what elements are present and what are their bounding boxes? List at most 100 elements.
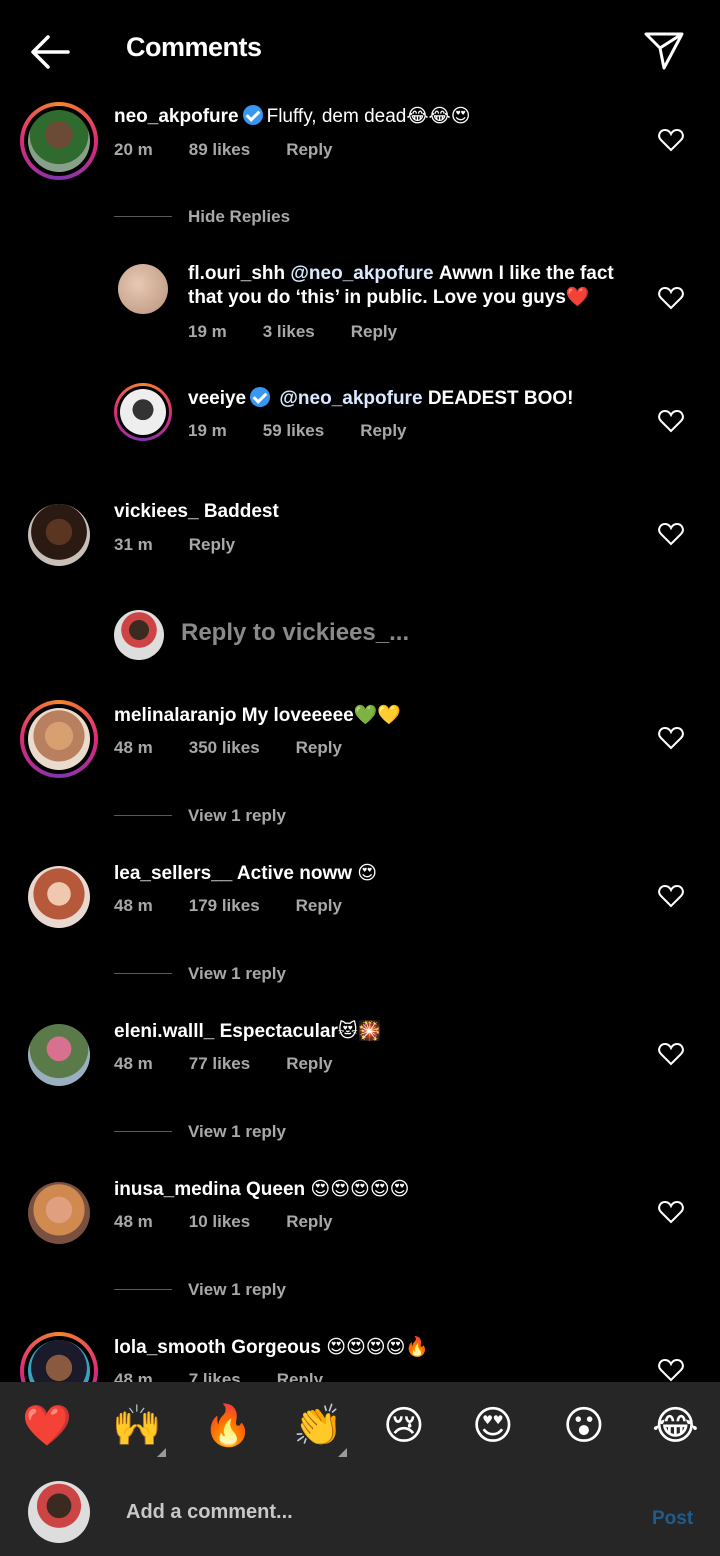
my-avatar <box>114 610 164 660</box>
send-icon[interactable] <box>642 28 686 72</box>
reply-button[interactable]: Reply <box>189 535 235 554</box>
like-heart-icon[interactable] <box>658 1042 684 1066</box>
comment-time: 48 m <box>114 1212 153 1231</box>
reply-text: Awwn I like the fact <box>438 263 614 284</box>
story-ring[interactable] <box>20 102 98 180</box>
avatar[interactable] <box>118 264 168 314</box>
comment-likes[interactable]: 10 likes <box>189 1212 250 1231</box>
back-arrow-icon[interactable] <box>28 32 72 72</box>
quick-emoji-bar <box>0 1382 720 1472</box>
reply-input[interactable]: Reply to vickiees_... <box>181 619 409 647</box>
skin-tone-indicator-icon <box>338 1448 347 1457</box>
post-button[interactable]: Post <box>652 1508 693 1530</box>
divider-line <box>114 1289 172 1290</box>
comment-text: My loveeeee💚💛 <box>241 705 402 726</box>
reply-button[interactable]: Reply <box>296 738 342 757</box>
comment-time: 31 m <box>114 535 153 554</box>
emoji-fire-button[interactable]: 🔥 <box>203 1402 253 1450</box>
avatar[interactable] <box>28 1024 90 1086</box>
reply-time: 19 m <box>188 322 227 341</box>
comment-likes[interactable]: 350 likes <box>189 738 260 757</box>
comment-text: Gorgeous 😍😍😍😍🔥 <box>231 1337 430 1358</box>
reply-likes[interactable]: 3 likes <box>263 322 315 341</box>
comment-username[interactable]: neo_akpofure <box>114 106 239 127</box>
story-ring[interactable] <box>114 383 172 441</box>
reply-button[interactable]: Reply <box>286 140 332 159</box>
reply-button[interactable]: Reply <box>286 1212 332 1231</box>
view-replies-button[interactable]: View 1 reply <box>188 806 286 826</box>
comment-username[interactable]: lea_sellers__ <box>114 863 232 884</box>
avatar <box>28 110 90 172</box>
verified-badge-icon <box>242 105 263 125</box>
avatar <box>28 708 90 770</box>
reply-button[interactable]: Reply <box>296 896 342 915</box>
like-heart-icon[interactable] <box>658 409 684 433</box>
like-heart-icon[interactable] <box>658 884 684 908</box>
like-heart-icon[interactable] <box>658 286 684 310</box>
comment-text: Baddest <box>203 501 279 522</box>
comment-username[interactable]: melinalaranjo <box>114 705 237 726</box>
avatar <box>120 389 166 435</box>
my-avatar <box>28 1481 90 1543</box>
divider-line <box>114 216 172 217</box>
add-comment-input[interactable]: Add a comment... <box>126 1501 293 1524</box>
comment-username[interactable]: lola_smooth <box>114 1337 226 1358</box>
emoji-clap-button[interactable]: 👏 <box>293 1402 343 1450</box>
emoji-crying-button[interactable]: 😢 <box>383 1402 425 1450</box>
header: Comments <box>0 0 720 100</box>
reply-likes[interactable]: 59 likes <box>263 421 324 440</box>
comment-time: 48 m <box>114 896 153 915</box>
divider-line <box>114 815 172 816</box>
view-replies-button[interactable]: View 1 reply <box>188 964 286 984</box>
reply-button[interactable]: Reply <box>360 421 406 440</box>
like-heart-icon[interactable] <box>658 1358 684 1382</box>
reply-text: DEADEST BOO! <box>427 388 574 409</box>
comment-text: Queen 😍😍😍😍😍 <box>246 1179 410 1200</box>
comment-time: 20 m <box>114 140 153 159</box>
emoji-raised-hands-button[interactable]: 🙌 <box>112 1402 162 1450</box>
avatar[interactable] <box>28 504 90 566</box>
reply-button[interactable]: Reply <box>351 322 397 341</box>
mention-link[interactable]: @neo_akpofure <box>290 263 433 284</box>
comment-time: 48 m <box>114 738 153 757</box>
like-heart-icon[interactable] <box>658 522 684 546</box>
page-title: Comments <box>126 32 262 62</box>
hide-replies-button[interactable]: Hide Replies <box>188 207 290 227</box>
comment-username[interactable]: inusa_medina <box>114 1179 241 1200</box>
emoji-heart-eyes-button[interactable]: 😍 <box>472 1402 514 1450</box>
divider-line <box>114 973 172 974</box>
like-heart-icon[interactable] <box>658 726 684 750</box>
comment-likes[interactable]: 89 likes <box>189 140 250 159</box>
reply-text-continued: that you do ‘this’ in public. Love you g… <box>188 287 590 308</box>
reply-button[interactable]: Reply <box>277 1370 323 1382</box>
reply-username[interactable]: fl.ouri_shh <box>188 263 285 284</box>
comment-text: Active noww 😍 <box>236 863 378 884</box>
like-heart-icon[interactable] <box>658 1200 684 1224</box>
comment-text: Espectacular😻🎇 <box>219 1021 382 1042</box>
emoji-laughing-button[interactable]: 😂 <box>652 1402 699 1450</box>
divider-line <box>114 1131 172 1132</box>
verified-badge-icon <box>250 387 271 407</box>
comment-time: 48 m <box>114 1054 153 1073</box>
reply-time: 19 m <box>188 421 227 440</box>
comment-list[interactable]: neo_akpofure Fluffy, dem dead😂😂😍 20 m 89 l… <box>0 100 720 1382</box>
avatar[interactable] <box>28 1182 90 1244</box>
mention-link[interactable]: @neo_akpofure <box>279 388 422 409</box>
view-replies-button[interactable]: View 1 reply <box>188 1280 286 1300</box>
view-replies-button[interactable]: View 1 reply <box>188 1122 286 1142</box>
comment-likes[interactable]: 179 likes <box>189 896 260 915</box>
reply-username[interactable]: veeiye <box>188 388 246 409</box>
comment-username[interactable]: eleni.walll_ <box>114 1021 214 1042</box>
comment-likes[interactable]: 77 likes <box>189 1054 250 1073</box>
comment-time: 48 m <box>114 1370 153 1382</box>
emoji-heart-button[interactable]: ❤️ <box>22 1402 72 1450</box>
comment-likes[interactable]: 7 likes <box>189 1370 241 1382</box>
reply-button[interactable]: Reply <box>286 1054 332 1073</box>
avatar[interactable] <box>28 866 90 928</box>
story-ring[interactable] <box>20 700 98 778</box>
story-ring[interactable] <box>20 1332 98 1382</box>
like-heart-icon[interactable] <box>658 128 684 152</box>
emoji-surprised-button[interactable]: 😮 <box>563 1402 605 1450</box>
skin-tone-indicator-icon <box>157 1448 166 1457</box>
comment-username[interactable]: vickiees_ <box>114 501 199 522</box>
